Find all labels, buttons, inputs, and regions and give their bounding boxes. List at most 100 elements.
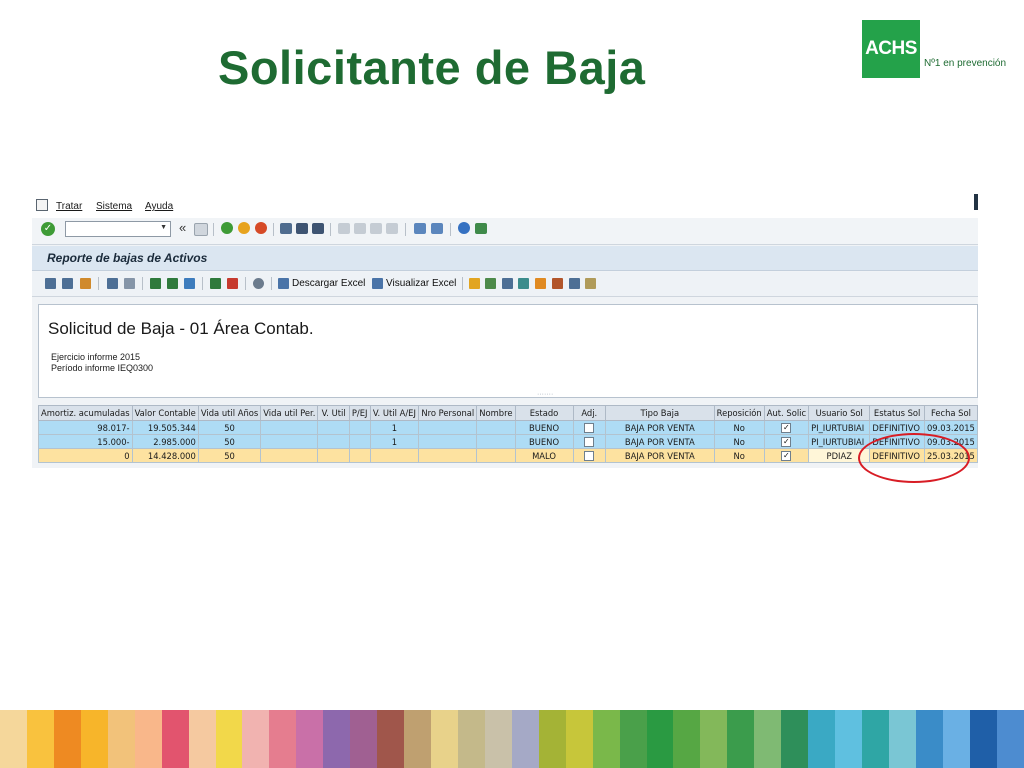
menu-ayuda[interactable]: Ayuda xyxy=(145,201,173,212)
cell-reposicion[interactable]: No xyxy=(713,420,765,435)
cell-amortiz[interactable]: 0 xyxy=(38,448,133,463)
col-header-p-ej[interactable]: P/EJ xyxy=(348,405,371,421)
last-page-icon[interactable] xyxy=(386,223,398,234)
choose-layout-icon[interactable] xyxy=(569,278,580,289)
enter-check-icon[interactable]: ✓ xyxy=(41,222,55,236)
sort-ascending-icon[interactable] xyxy=(150,278,161,289)
cell-nombre[interactable] xyxy=(476,434,516,449)
col-header-aut-solic[interactable]: Aut. Solic xyxy=(763,405,810,421)
filter-icon[interactable] xyxy=(184,278,195,289)
cell-nro-personal[interactable] xyxy=(418,448,478,463)
cell-usuario-sol[interactable]: PI_IURTUBIAI xyxy=(808,434,871,449)
send-icon[interactable] xyxy=(485,278,496,289)
command-field[interactable]: ▼ xyxy=(65,221,171,237)
cell-v-util[interactable] xyxy=(317,434,350,449)
sum-icon[interactable] xyxy=(210,278,221,289)
col-header-estatus-sol[interactable]: Estatus Sol xyxy=(869,405,925,421)
save-icon[interactable] xyxy=(194,223,208,236)
cell-vida-util-anos[interactable]: 50 xyxy=(197,420,262,435)
cancel-icon[interactable] xyxy=(255,222,267,234)
find-icon[interactable] xyxy=(296,223,308,234)
cell-amortiz[interactable]: 98.017- xyxy=(38,420,133,435)
cell-p-ej[interactable] xyxy=(348,448,371,463)
col-header-nro-personal[interactable]: Nro Personal xyxy=(418,405,478,421)
print-preview-icon[interactable] xyxy=(253,278,264,289)
aut-solic-checkbox[interactable]: ✓ xyxy=(781,422,792,433)
graphic-icon[interactable] xyxy=(518,278,529,289)
document-icon[interactable] xyxy=(107,278,118,289)
sort-descending-icon[interactable] xyxy=(167,278,178,289)
shortcut-icon[interactable] xyxy=(431,223,443,234)
download-excel-button[interactable]: Descargar Excel xyxy=(278,275,365,292)
first-page-icon[interactable] xyxy=(338,223,350,234)
back-icon[interactable] xyxy=(221,222,233,234)
cell-reposicion[interactable]: No xyxy=(713,448,765,463)
cell-reposicion[interactable]: No xyxy=(713,434,765,449)
cell-amortiz[interactable]: 15.000- xyxy=(38,434,133,449)
adj-checkbox[interactable] xyxy=(584,436,595,447)
window-minimize-button[interactable] xyxy=(974,194,978,210)
table-row[interactable]: 98.017- 19.505.344 50 1 BUENO BAJA POR V… xyxy=(38,420,979,435)
export-icon[interactable] xyxy=(469,278,480,289)
col-header-vida-util-anos[interactable]: Vida util Años xyxy=(197,405,262,421)
select-layout-icon[interactable] xyxy=(62,278,73,289)
cell-nombre[interactable] xyxy=(476,420,516,435)
col-header-valor-contable[interactable]: Valor Contable xyxy=(131,405,199,421)
adj-checkbox[interactable] xyxy=(584,450,595,461)
table-row-selected[interactable]: 0 14.428.000 50 MALO BAJA POR VENTA No ✓… xyxy=(38,448,979,463)
cell-usuario-sol[interactable]: PI_IURTUBIAI xyxy=(808,420,871,435)
next-page-icon[interactable] xyxy=(370,223,382,234)
cell-vida-util-per[interactable] xyxy=(260,448,319,463)
col-header-vida-util-per[interactable]: Vida util Per. xyxy=(260,405,319,421)
cell-v-util-a-ej[interactable]: 1 xyxy=(369,434,420,449)
view-excel-button[interactable]: Visualizar Excel xyxy=(372,275,456,292)
col-header-adj[interactable]: Adj. xyxy=(572,405,607,421)
exit-icon[interactable] xyxy=(238,222,250,234)
col-header-amortiz[interactable]: Amortiz. acumuladas xyxy=(38,405,133,421)
cell-nombre[interactable] xyxy=(476,448,516,463)
splitter-handle[interactable]: ······· xyxy=(537,391,553,398)
cell-p-ej[interactable] xyxy=(348,420,371,435)
previous-page-icon[interactable] xyxy=(354,223,366,234)
cell-vida-util-anos[interactable]: 50 xyxy=(197,434,262,449)
col-header-nombre[interactable]: Nombre xyxy=(476,405,516,421)
help-icon[interactable] xyxy=(458,222,470,234)
col-header-estado[interactable]: Estado xyxy=(514,405,574,421)
chevron-down-icon[interactable]: ▼ xyxy=(160,224,167,231)
menu-icon[interactable] xyxy=(36,199,48,211)
change-layout-icon[interactable] xyxy=(552,278,563,289)
cell-estado[interactable]: BUENO xyxy=(514,434,574,449)
cell-vida-util-anos[interactable]: 50 xyxy=(197,448,262,463)
col-header-reposicion[interactable]: Reposición xyxy=(713,405,765,421)
menu-sistema[interactable]: Sistema xyxy=(96,201,132,212)
detail-icon[interactable] xyxy=(45,278,56,289)
cell-estado[interactable]: BUENO xyxy=(514,420,574,435)
col-header-v-util[interactable]: V. Util xyxy=(317,405,350,421)
subtotal-icon[interactable] xyxy=(227,278,238,289)
cell-v-util-a-ej[interactable]: 1 xyxy=(369,420,420,435)
col-header-fecha-sol[interactable]: Fecha Sol xyxy=(923,405,979,421)
cell-nro-personal[interactable] xyxy=(418,420,478,435)
double-arrow-left-icon[interactable]: « xyxy=(179,221,186,235)
cell-tipo-baja[interactable]: BAJA POR VENTA xyxy=(605,420,715,435)
menu-tratar[interactable]: Tratar xyxy=(56,201,82,212)
save-layout-icon[interactable] xyxy=(585,278,596,289)
cell-tipo-baja[interactable]: BAJA POR VENTA xyxy=(605,434,715,449)
abc-analysis-icon[interactable] xyxy=(502,278,513,289)
cell-valor-contable[interactable]: 19.505.344 xyxy=(131,420,199,435)
col-header-usuario-sol[interactable]: Usuario Sol xyxy=(808,405,871,421)
find-next-icon[interactable] xyxy=(312,223,324,234)
cell-fecha-sol[interactable]: 09.03.2015 xyxy=(923,420,979,435)
cell-v-util[interactable] xyxy=(317,448,350,463)
cell-nro-personal[interactable] xyxy=(418,434,478,449)
print-icon[interactable] xyxy=(280,223,292,234)
cell-valor-contable[interactable]: 2.985.000 xyxy=(131,434,199,449)
copy-document-icon[interactable] xyxy=(124,278,135,289)
cell-vida-util-per[interactable] xyxy=(260,434,319,449)
cell-tipo-baja[interactable]: BAJA POR VENTA xyxy=(605,448,715,463)
chart-icon[interactable] xyxy=(535,278,546,289)
cell-p-ej[interactable] xyxy=(348,434,371,449)
customize-layout-icon[interactable] xyxy=(475,223,487,234)
aut-solic-checkbox[interactable]: ✓ xyxy=(781,450,792,461)
aut-solic-checkbox[interactable]: ✓ xyxy=(781,436,792,447)
